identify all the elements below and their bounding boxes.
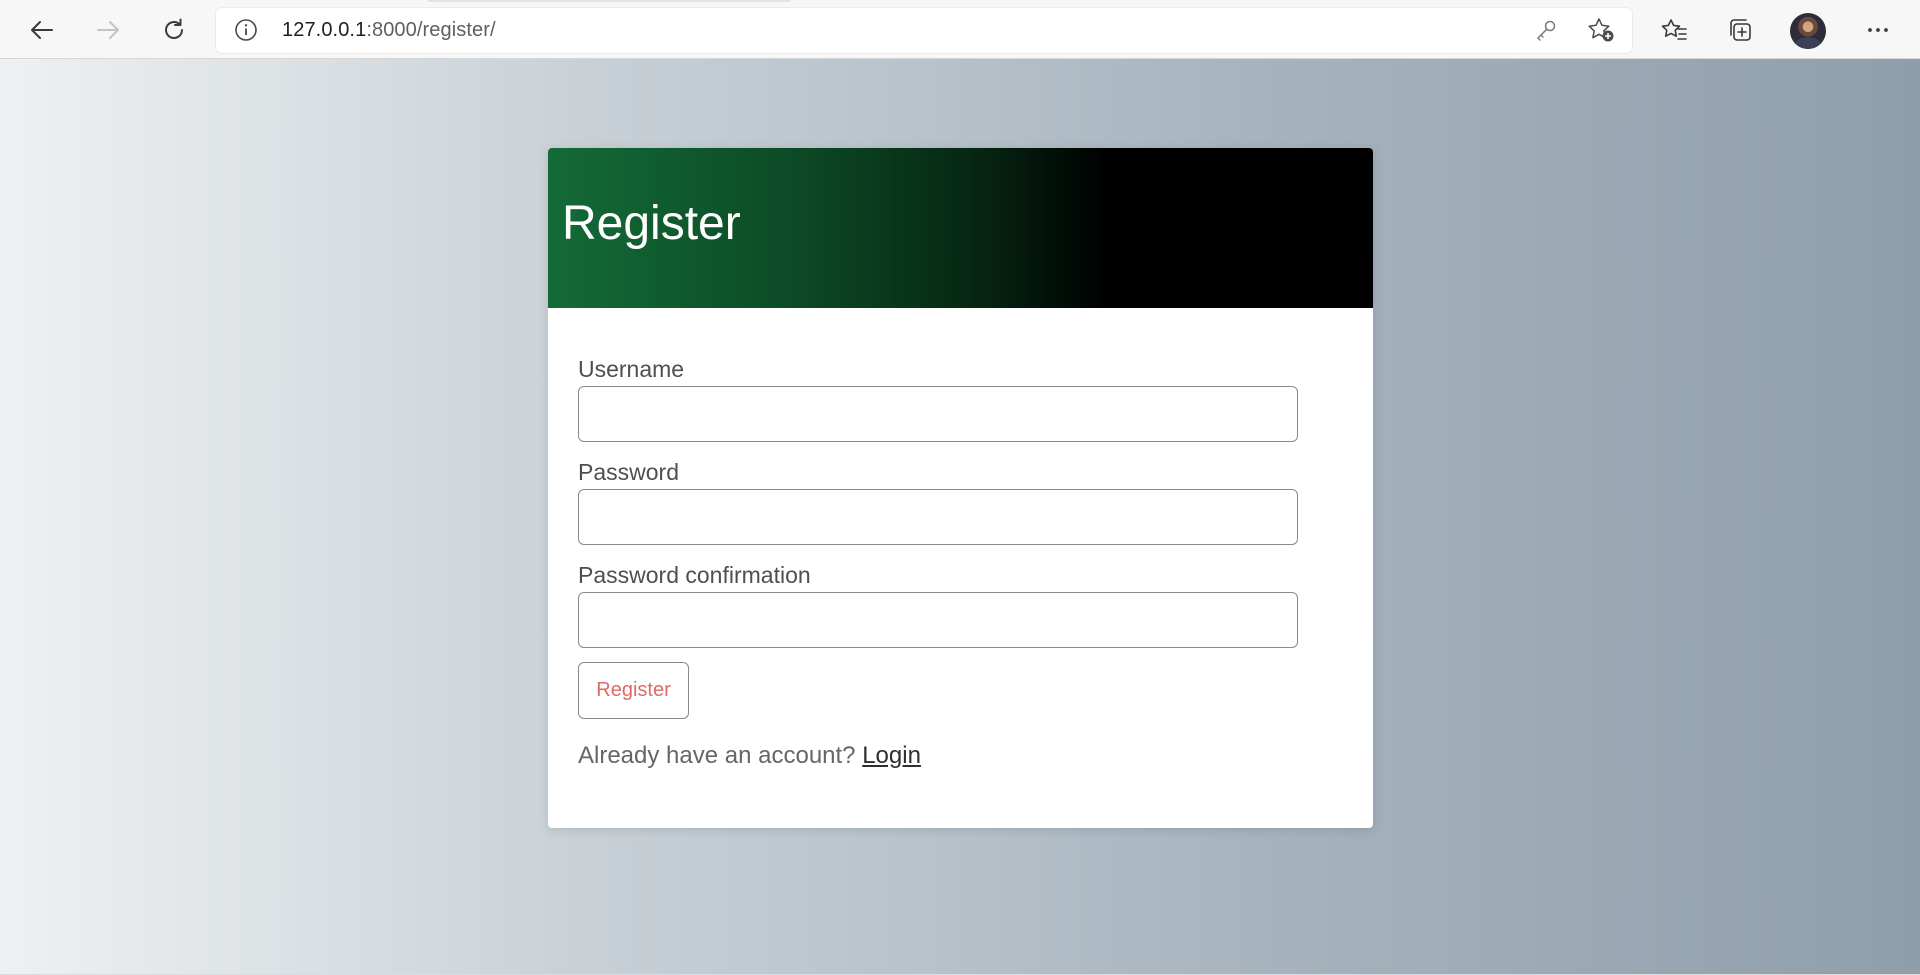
register-card: Register Username Password Password conf… <box>548 148 1373 828</box>
profile-avatar[interactable] <box>1790 13 1826 49</box>
page-background: Register Username Password Password conf… <box>0 59 1920 975</box>
tab-strip-edge <box>428 0 790 2</box>
password-confirmation-label: Password confirmation <box>578 562 811 588</box>
register-button[interactable]: Register <box>578 662 689 719</box>
username-label: Username <box>578 356 685 382</box>
card-header: Register <box>548 148 1373 308</box>
url-host: 127.0.0.1 <box>282 19 367 41</box>
password-confirmation-input[interactable] <box>578 592 1298 648</box>
login-link[interactable]: Login <box>862 742 921 769</box>
browser-toolbar: 127.0.0.1:8000/register/ <box>0 0 1920 59</box>
account-prompt-text: Already have an account? <box>578 742 856 769</box>
password-label: Password <box>578 459 679 485</box>
password-input[interactable] <box>578 489 1298 545</box>
back-arrow-icon[interactable] <box>22 10 62 50</box>
key-icon[interactable] <box>1534 18 1558 42</box>
favorites-icon[interactable] <box>1654 10 1694 50</box>
refresh-icon[interactable] <box>154 10 194 50</box>
address-bar[interactable]: 127.0.0.1:8000/register/ <box>216 8 1632 53</box>
more-options-icon[interactable] <box>1858 10 1898 50</box>
avatar-shoulders <box>1794 37 1822 49</box>
username-input[interactable] <box>578 386 1298 442</box>
url-path: :8000/register/ <box>366 19 496 41</box>
info-icon[interactable] <box>234 18 258 42</box>
add-favorite-icon[interactable] <box>1586 16 1616 44</box>
url-text[interactable]: 127.0.0.1:8000/register/ <box>282 8 496 53</box>
login-prompt: Already have an account? Login <box>578 742 921 770</box>
forward-arrow-icon[interactable] <box>88 10 128 50</box>
collections-icon[interactable] <box>1720 10 1760 50</box>
page-title: Register <box>562 197 741 250</box>
